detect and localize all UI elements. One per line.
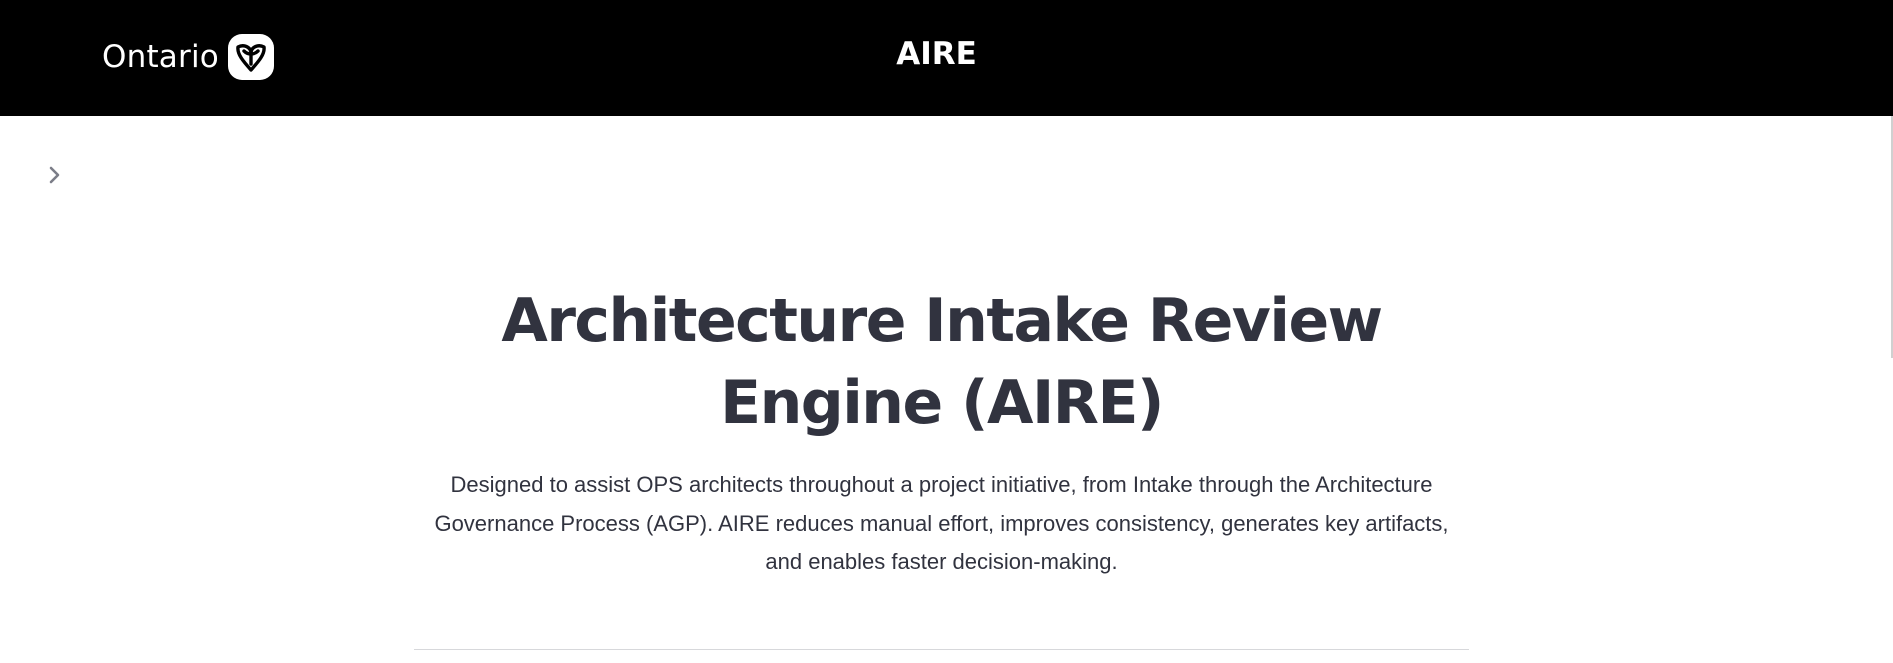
section-divider [414,649,1469,650]
page-description: Designed to assist OPS architects throug… [434,472,1449,574]
app-title: AIRE [896,36,977,72]
top-header: Ontario AIRE [0,0,1893,116]
page-title: Architecture Intake Review Engine (AIRE) [501,286,1383,438]
chevron-right-icon [49,166,60,184]
sidebar-expand-button[interactable] [44,164,66,186]
main-content: Architecture Intake Review Engine (AIRE)… [414,280,1469,582]
